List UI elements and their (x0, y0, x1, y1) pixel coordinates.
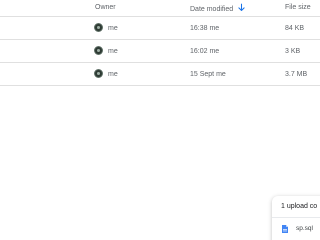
avatar (94, 46, 103, 55)
date-modified-cell: 16:38 me (190, 25, 220, 32)
date-modified-cell: 15 Sept me (190, 71, 226, 78)
file-size-cell: 84 KB (285, 25, 305, 32)
upload-file-name[interactable]: sp.sql (296, 225, 313, 232)
date-modified-cell: 16:02 me (190, 48, 220, 55)
file-list-header: Owner Date modified File size (0, 0, 320, 17)
arrow-down-icon[interactable] (237, 3, 246, 12)
file-size-cell: 3 KB (285, 48, 301, 55)
upload-progress-panel: 1 upload co sp.sql (272, 196, 320, 240)
column-header-date-modified[interactable]: Date modified (190, 3, 246, 14)
table-row[interactable]: me 16:02 me 3 KB (0, 40, 320, 63)
divider (272, 217, 320, 218)
column-header-owner[interactable]: Owner (95, 3, 116, 12)
upload-panel-title: 1 upload co (281, 203, 318, 210)
table-row[interactable]: me 16:38 me 84 KB (0, 17, 320, 40)
column-header-file-size[interactable]: File size (285, 3, 311, 12)
file-size-cell: 3.7 MB (285, 71, 308, 78)
avatar (94, 69, 103, 78)
avatar (94, 23, 103, 32)
document-icon (282, 225, 288, 233)
file-list-page: Owner Date modified File size me 16:38 m… (0, 0, 320, 240)
owner-name: me (108, 71, 118, 78)
owner-name: me (108, 48, 118, 55)
column-header-date-modified-label: Date modified (190, 6, 234, 13)
table-row[interactable]: me 15 Sept me 3.7 MB (0, 63, 320, 86)
owner-name: me (108, 25, 118, 32)
